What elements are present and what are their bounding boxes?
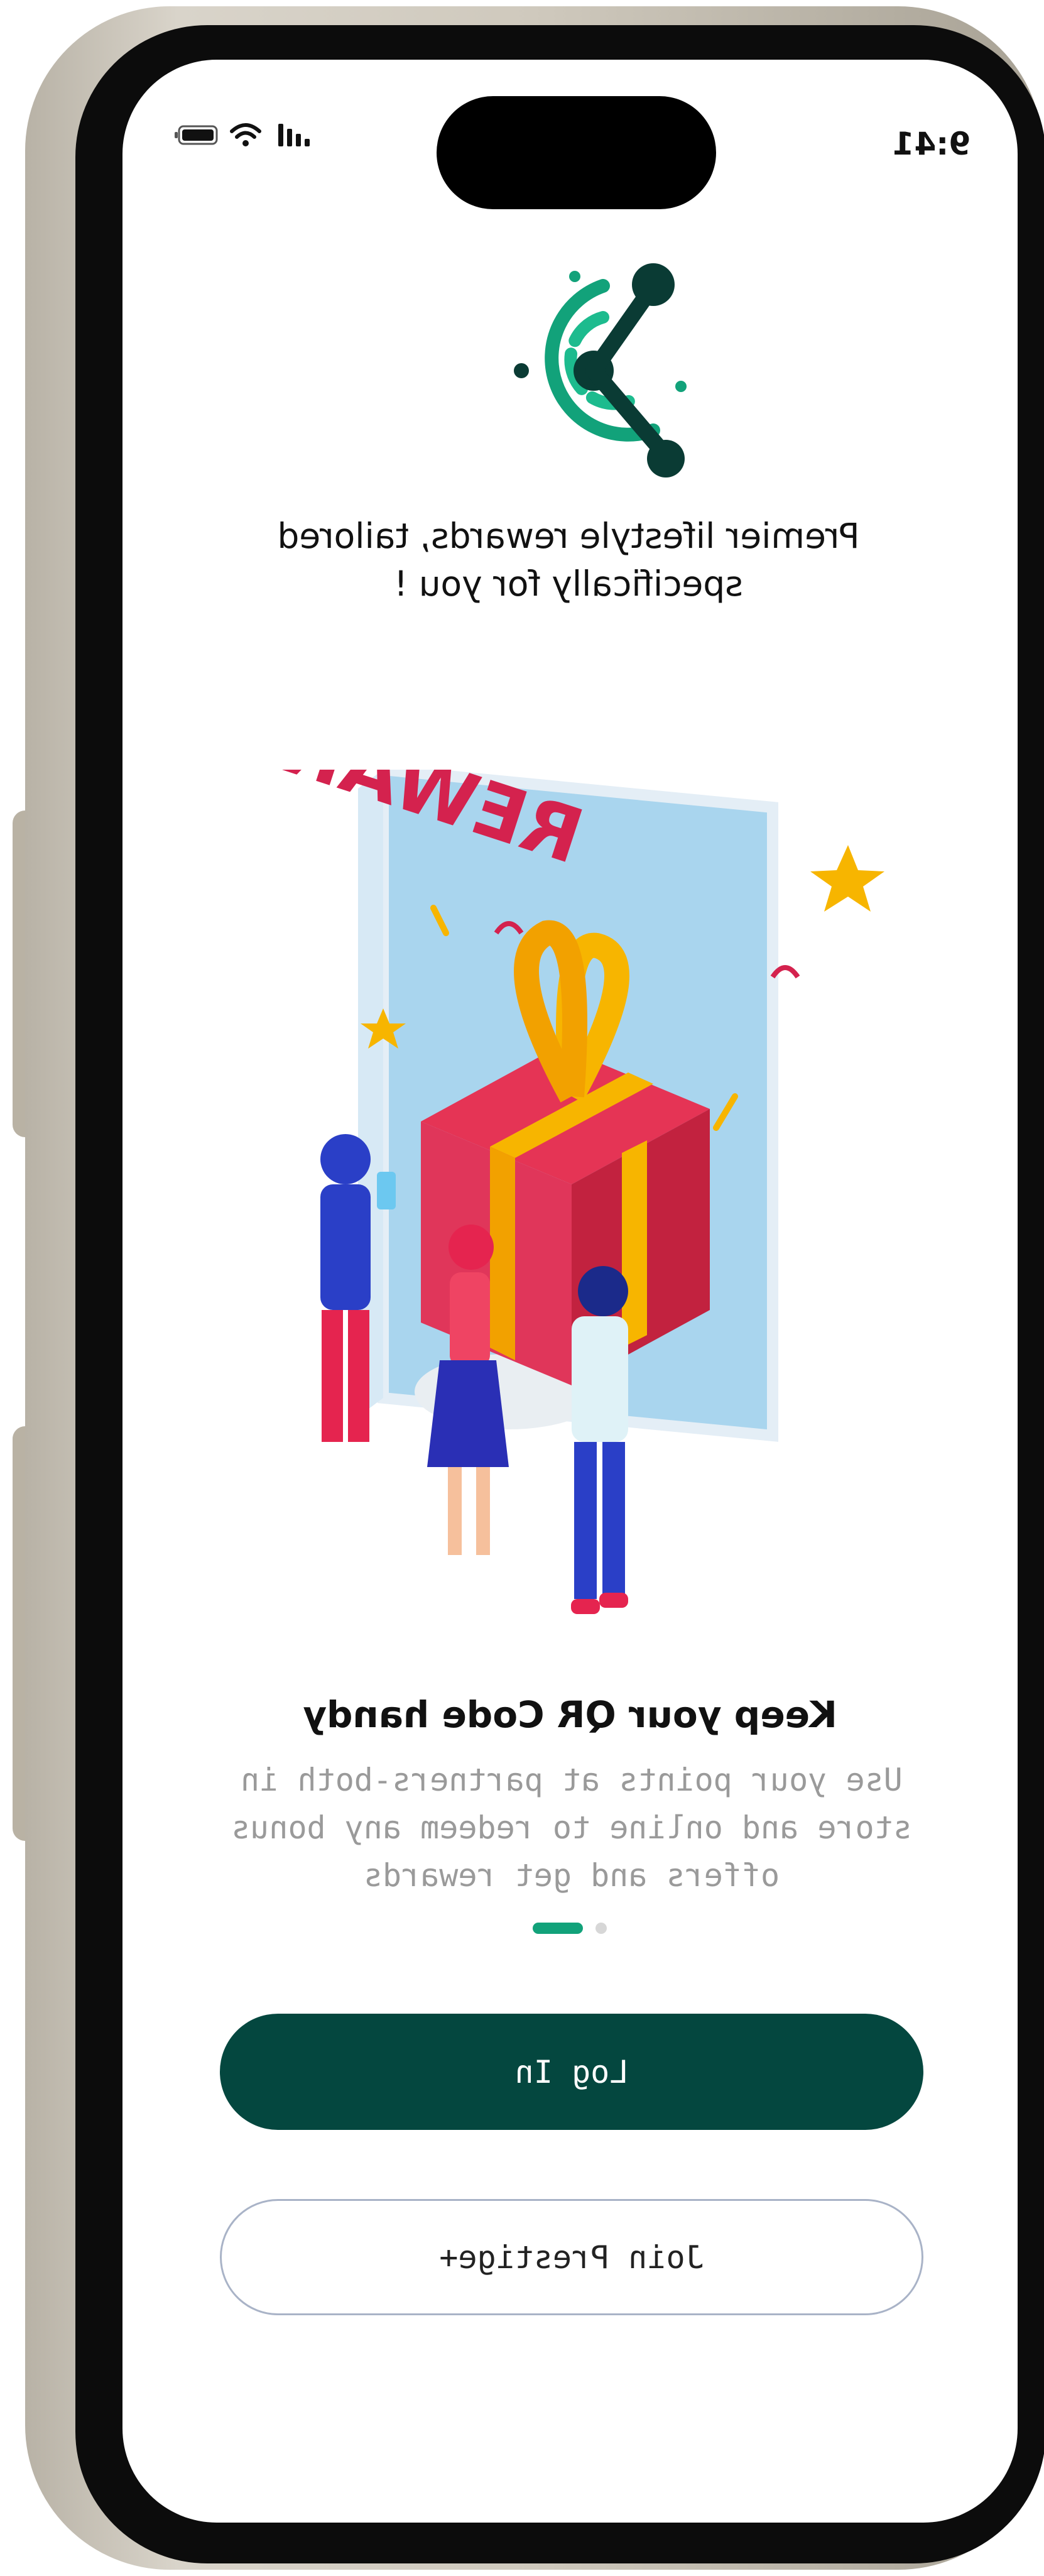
signal-icon (278, 124, 310, 146)
onboarding-title: Keep your QR Code handy (303, 1693, 837, 1736)
status-icons (173, 123, 311, 148)
app-logo (514, 263, 687, 478)
battery-icon (175, 125, 218, 145)
login-button[interactable]: Log In (220, 2014, 923, 2130)
hero-illustration: REWARD (220, 770, 884, 1614)
onboarding-description: Use your points at partners-both in stor… (231, 1762, 912, 1894)
login-button-label: Log In (514, 2053, 629, 2090)
tagline: Premier lifestyle rewards, tailored spec… (277, 516, 860, 604)
wifi-icon (230, 123, 261, 146)
join-button[interactable]: Join Prestige+ (220, 2199, 923, 2315)
dynamic-island (437, 96, 716, 209)
status-time: 9:41 (892, 126, 971, 162)
app-screen: 9:41 Premier lifestyle rewards, tailored… (122, 60, 1018, 2523)
page-dot[interactable] (595, 1923, 607, 1934)
page-indicator[interactable] (122, 1923, 1018, 1934)
page-dot-active[interactable] (533, 1923, 584, 1934)
join-button-label: Join Prestige+ (439, 2239, 704, 2276)
